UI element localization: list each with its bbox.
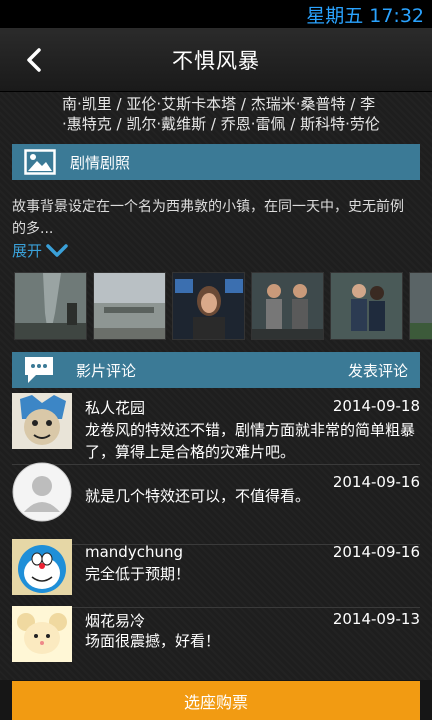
movie-still[interactable] (93, 272, 166, 340)
review-item[interactable]: 私人花园 2014-09-18 龙卷风的特效还不错，剧情方面就非常的简单粗暴了，… (0, 389, 432, 465)
movie-still[interactable] (409, 272, 432, 340)
buy-ticket-label: 选座购票 (183, 692, 248, 712)
title-bar: 不惧风暴 (0, 28, 432, 92)
plot-synopsis: 故事背景设定在一个名为西弗敦的小镇，在同一天中，史无前例的多... (12, 199, 404, 237)
review-username[interactable]: 私人花园 (85, 397, 145, 418)
plot-section-header: 剧情剧照 (12, 144, 420, 180)
expand-button[interactable]: 展开 (12, 240, 68, 261)
review-item[interactable]: 烟花易冷 2014-09-13 场面很震撼，好看！ (0, 602, 432, 672)
doraemon-avatar-icon (12, 539, 72, 595)
review-item[interactable]: mandychung 2014-09-16 完全低于预期！ (0, 535, 432, 608)
review-date: 2014-09-16 (332, 543, 420, 561)
mouse-avatar-icon (12, 606, 72, 662)
post-review-button[interactable]: 发表评论 (348, 360, 408, 381)
cast-list: 南·凯里 / 亚伦·艾斯卡本塔 / 杰瑞米·桑普特 / 李 ·惠特克 / 凯尔·… (62, 94, 418, 134)
back-button[interactable] (18, 44, 50, 76)
status-time: 星期五 17:32 (306, 4, 424, 27)
expand-label: 展开 (12, 242, 43, 260)
storm-still-image (410, 273, 432, 339)
page-title: 不惧风暴 (172, 48, 260, 73)
movie-still[interactable] (251, 272, 324, 340)
review-text: 完全低于预期！ (85, 565, 191, 583)
status-bar: 星期五 17:32 (0, 0, 432, 28)
review-text: 场面很震撼，好看！ (85, 632, 221, 650)
review-item[interactable]: 2014-09-16 就是几个特效还可以，不值得看。 (0, 462, 432, 545)
cast-line: ·惠特克 / 凯尔·戴维斯 / 乔恩·雷佩 / 斯科特·劳伦 (62, 115, 380, 133)
movie-detail-content[interactable]: 南·凯里 / 亚伦·艾斯卡本塔 / 杰瑞米·桑普特 / 李 ·惠特克 / 凯尔·… (0, 92, 432, 680)
woman-still-image (173, 273, 244, 339)
avatar[interactable] (12, 539, 72, 595)
field-still-image (94, 273, 165, 339)
comment-icon (25, 357, 53, 383)
stills-strip[interactable] (14, 272, 432, 340)
men-still-image (252, 273, 323, 339)
tornado-still-image (15, 273, 86, 339)
review-section-title: 影片评论 (76, 361, 137, 380)
chevron-down-icon (46, 243, 68, 257)
image-icon (24, 149, 56, 175)
review-date: 2014-09-18 (332, 397, 420, 415)
movie-still[interactable] (330, 272, 403, 340)
review-date: 2014-09-13 (332, 610, 420, 628)
chevron-left-icon (27, 48, 41, 72)
default-avatar-icon (12, 462, 72, 522)
blue-creature-avatar-icon (12, 393, 72, 449)
review-text: 就是几个特效还可以，不值得看。 (85, 487, 311, 505)
review-username[interactable]: mandychung (85, 543, 183, 561)
avatar[interactable] (12, 462, 72, 522)
plot-section-title: 剧情剧照 (70, 153, 131, 172)
review-username[interactable]: 烟花易冷 (85, 610, 145, 631)
movie-still[interactable] (14, 272, 87, 340)
buy-ticket-button[interactable]: 选座购票 (12, 681, 420, 720)
review-section-header: 影片评论 发表评论 (12, 352, 420, 388)
couple-still-image (331, 273, 402, 339)
avatar[interactable] (12, 606, 72, 662)
avatar[interactable] (12, 393, 72, 449)
review-text: 龙卷风的特效还不错，剧情方面就非常的简单粗暴了，算得上是合格的灾难片吧。 (85, 421, 416, 461)
movie-still[interactable] (172, 272, 245, 340)
cast-line: 南·凯里 / 亚伦·艾斯卡本塔 / 杰瑞米·桑普特 / 李 (62, 95, 376, 113)
